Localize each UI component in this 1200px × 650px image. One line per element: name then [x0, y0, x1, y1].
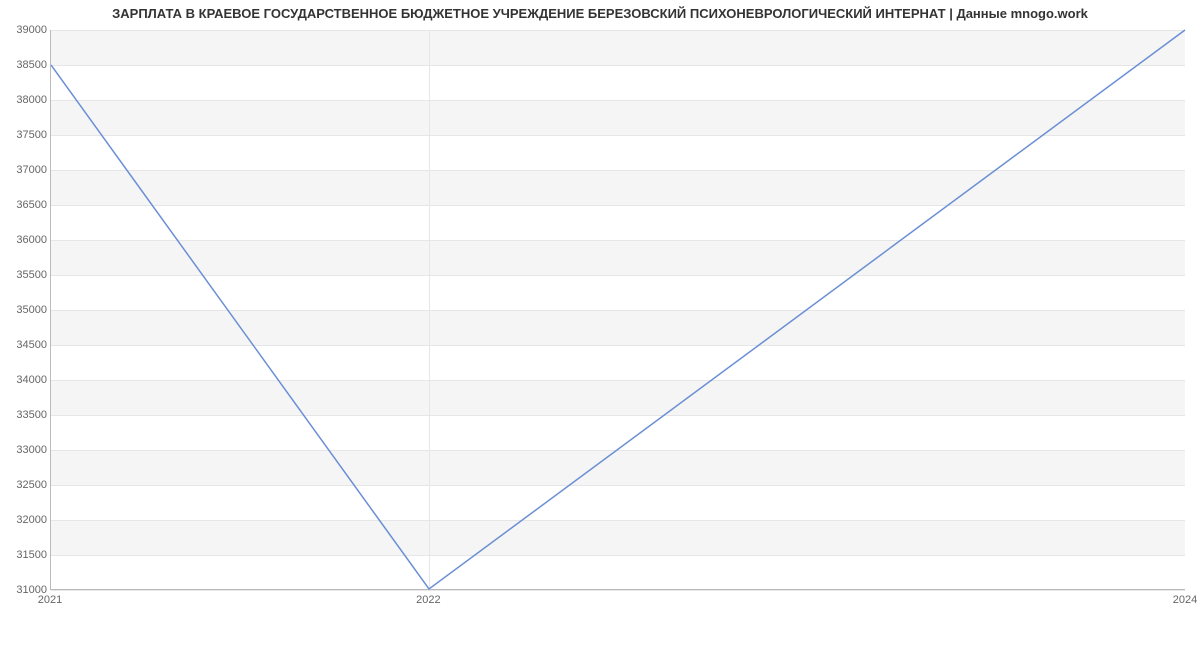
x-tick-label: 2021 [38, 594, 62, 606]
y-tick-label: 37000 [3, 164, 47, 176]
y-gridline [51, 590, 1185, 591]
y-tick-label: 36500 [3, 199, 47, 211]
y-tick-label: 34500 [3, 339, 47, 351]
y-tick-label: 35500 [3, 269, 47, 281]
y-tick-label: 32000 [3, 514, 47, 526]
y-tick-label: 38500 [3, 59, 47, 71]
y-tick-label: 38000 [3, 94, 47, 106]
plot-area [50, 30, 1185, 590]
x-tick-label: 2024 [1173, 594, 1197, 606]
x-tick-label: 2022 [416, 594, 440, 606]
line-series [51, 30, 1185, 589]
chart-container: ЗАРПЛАТА В КРАЕВОЕ ГОСУДАРСТВЕННОЕ БЮДЖЕ… [0, 0, 1200, 650]
y-tick-label: 31500 [3, 549, 47, 561]
chart-title: ЗАРПЛАТА В КРАЕВОЕ ГОСУДАРСТВЕННОЕ БЮДЖЕ… [0, 6, 1200, 21]
data-line [51, 30, 1185, 589]
y-tick-label: 39000 [3, 24, 47, 36]
y-tick-label: 33000 [3, 444, 47, 456]
y-tick-label: 33500 [3, 409, 47, 421]
y-tick-label: 34000 [3, 374, 47, 386]
y-tick-label: 35000 [3, 304, 47, 316]
y-tick-label: 36000 [3, 234, 47, 246]
y-tick-label: 37500 [3, 129, 47, 141]
y-tick-label: 32500 [3, 479, 47, 491]
